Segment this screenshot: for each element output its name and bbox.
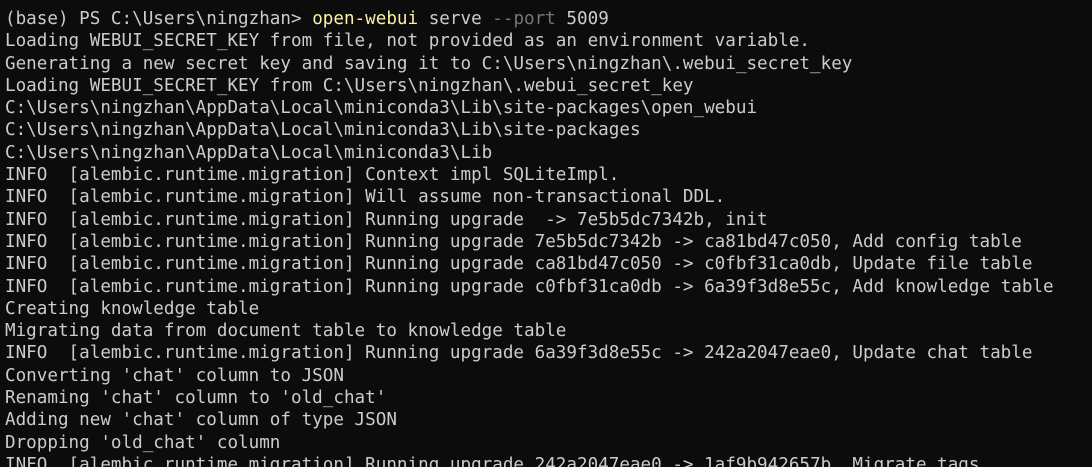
prompt-line: (base) PS C:\Users\ningzhan> open-webui … xyxy=(5,8,1092,30)
output-line: Dropping 'old_chat' column xyxy=(5,432,281,453)
command-args: serve xyxy=(418,9,493,29)
output-line: INFO [alembic.runtime.migration] Running… xyxy=(5,454,980,467)
output-line: Adding new 'chat' column of type JSON xyxy=(5,410,397,431)
output-line: INFO [alembic.runtime.migration] Running… xyxy=(5,231,1022,252)
output-line: INFO [alembic.runtime.migration] Running… xyxy=(5,343,1033,364)
output-line: Renaming 'chat' column to 'old_chat' xyxy=(5,388,387,409)
output-line: C:\Users\ningzhan\AppData\Local\minicond… xyxy=(5,98,758,119)
output-line: Loading WEBUI_SECRET_KEY from file, not … xyxy=(5,31,811,52)
output-line: C:\Users\ningzhan\AppData\Local\minicond… xyxy=(5,142,493,163)
command-flag-value: 5009 xyxy=(555,9,609,29)
output-line: INFO [alembic.runtime.migration] Context… xyxy=(5,165,620,186)
output-line: Loading WEBUI_SECRET_KEY from C:\Users\n… xyxy=(5,75,694,96)
output-line: Creating knowledge table xyxy=(5,298,260,319)
output-line: Migrating data from document table to kn… xyxy=(5,321,567,342)
output-line: C:\Users\ningzhan\AppData\Local\minicond… xyxy=(5,120,641,141)
output-line: INFO [alembic.runtime.migration] Running… xyxy=(5,276,1054,297)
output-line: INFO [alembic.runtime.migration] Running… xyxy=(5,254,1033,275)
output-line: INFO [alembic.runtime.migration] Running… xyxy=(5,209,768,230)
prompt-prefix: (base) PS C:\Users\ningzhan> xyxy=(5,9,313,29)
output-line: Converting 'chat' column to JSON xyxy=(5,365,344,386)
terminal-window[interactable]: (base) PS C:\Users\ningzhan> open-webui … xyxy=(0,0,1092,467)
command-name: open-webui xyxy=(312,9,419,29)
output-line: Generating a new secret key and saving i… xyxy=(5,53,853,74)
output-line: INFO [alembic.runtime.migration] Will as… xyxy=(5,187,726,208)
command-flag: --port xyxy=(492,9,556,29)
